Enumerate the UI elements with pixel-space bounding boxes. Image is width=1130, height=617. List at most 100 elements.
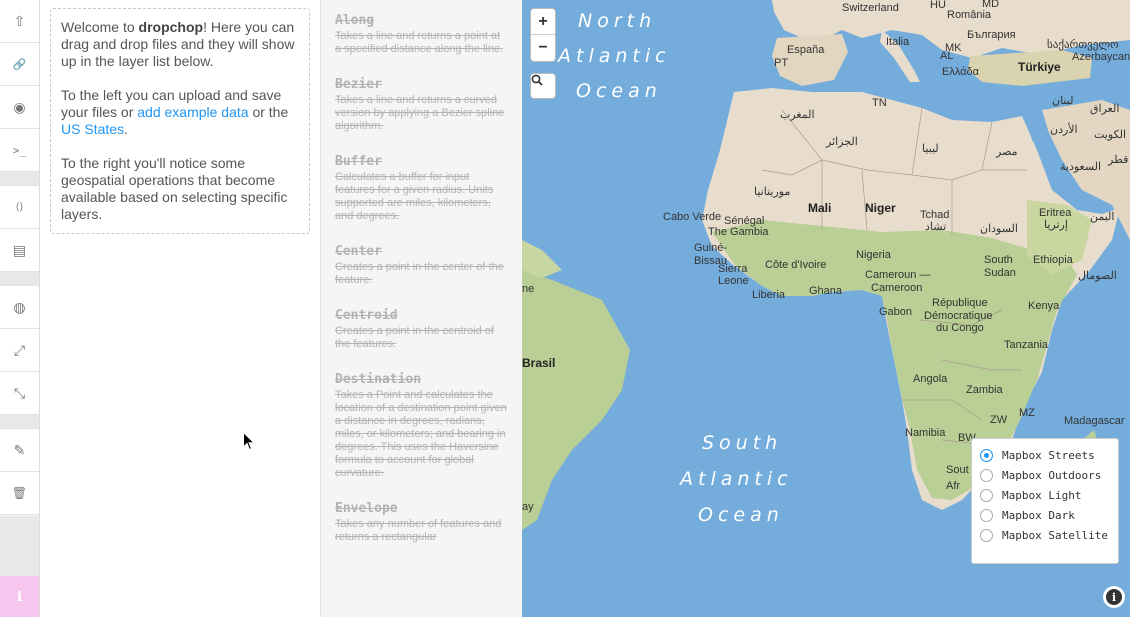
country-label: Sierra <box>718 263 748 275</box>
toolbar-divider <box>0 172 39 186</box>
country-label: Niger <box>865 201 896 215</box>
operation-title: Bezier <box>335 77 382 92</box>
country-label: Liberia <box>752 289 786 301</box>
country-label: Côte d'Ivoire <box>765 259 826 271</box>
operation-description: Takes a line and returns a curved versio… <box>335 94 505 132</box>
country-label: España <box>787 44 825 56</box>
country-label: HU <box>930 0 946 11</box>
file-button[interactable]: ▤ <box>0 229 39 272</box>
terminal-icon: >_ <box>12 143 27 157</box>
ocean-label: Atlantic <box>678 468 793 490</box>
operation-title: Center <box>335 244 382 259</box>
radio-button[interactable] <box>980 448 993 462</box>
country-label: Tchad <box>920 209 949 221</box>
country-label: MZ <box>1019 407 1035 419</box>
country-label: Démocratique <box>924 310 992 322</box>
ocean-label: South <box>702 432 782 454</box>
country-label: اليمن <box>1090 211 1114 223</box>
radio-button[interactable] <box>980 488 993 502</box>
country-label: السعودية <box>1060 161 1101 173</box>
operation-title: Buffer <box>335 154 382 169</box>
github-icon: ◉ <box>13 98 26 115</box>
country-label: العراق <box>1090 103 1119 115</box>
upload-icon: ⇧ <box>13 12 26 29</box>
map-search-button[interactable] <box>530 73 556 99</box>
country-label: Mali <box>808 201 831 215</box>
country-label: Madagascar <box>1064 415 1125 427</box>
radio-button[interactable] <box>980 508 993 522</box>
toolbar-spacer <box>0 516 39 576</box>
search-icon <box>531 74 543 86</box>
country-label: Cabo Verde <box>663 211 721 223</box>
country-label: Türkiye <box>1018 60 1061 74</box>
operation-description: Creates a point in the center of the fea… <box>335 261 504 286</box>
basemap-option-light[interactable]: Mapbox Light <box>980 485 1110 505</box>
operation-centroid[interactable]: Centroid Creates a point in the centroid… <box>335 307 508 351</box>
country-label: République <box>932 297 988 309</box>
operation-title: Centroid <box>335 308 398 323</box>
us-states-link[interactable]: US States <box>61 121 124 137</box>
github-button[interactable]: ◉ <box>0 86 39 129</box>
country-label: Cameroon <box>871 282 922 294</box>
basemap-option-streets[interactable]: Mapbox Streets <box>980 445 1110 465</box>
country-label: Sout <box>946 464 969 476</box>
expand-button[interactable]: ⤢ <box>0 329 39 372</box>
country-label: المغرب <box>780 109 815 121</box>
basemap-option-satellite[interactable]: Mapbox Satellite <box>980 525 1110 545</box>
welcome-dropzone[interactable]: Welcome to dropchop! Here you can drag a… <box>50 8 310 234</box>
globe-icon: ◍ <box>13 298 26 315</box>
country-label: du Congo <box>936 322 984 334</box>
delete-button[interactable]: 🗑 <box>0 472 39 515</box>
upload-button[interactable]: ⇧ <box>0 0 39 43</box>
map-view[interactable]: North Atlantic Ocean South Atlantic Ocea… <box>522 0 1130 617</box>
operation-center[interactable]: Center Creates a point in the center of … <box>335 243 508 287</box>
radio-button[interactable] <box>980 528 993 542</box>
country-label: Azerbaycan <box>1072 51 1130 63</box>
welcome-upload-hint: To the left you can upload and save your… <box>61 87 289 137</box>
country-label: الأردن <box>1050 122 1078 136</box>
country-label: Sudan <box>984 267 1016 279</box>
basemap-option-dark[interactable]: Mapbox Dark <box>980 505 1110 525</box>
operation-envelope[interactable]: Envelope Takes any number of features an… <box>335 500 508 544</box>
collapse-button[interactable]: ⤡ <box>0 372 39 415</box>
ocean-label: Ocean <box>698 504 784 526</box>
link-button[interactable]: 🔗 <box>0 43 39 86</box>
country-label: ne <box>522 283 534 295</box>
info-icon: i <box>1106 589 1122 605</box>
code-file-button[interactable]: ⟨⟩ <box>0 186 39 229</box>
operation-description: Calculates a buffer for input features f… <box>335 171 494 222</box>
country-label: Italia <box>886 36 910 48</box>
country-label: TN <box>872 97 887 109</box>
country-label: Cameroun — <box>865 269 930 281</box>
country-label: Zambia <box>966 384 1004 396</box>
edit-button[interactable]: ✎ <box>0 429 39 472</box>
operation-title: Along <box>335 13 375 28</box>
basemap-option-outdoors[interactable]: Mapbox Outdoors <box>980 465 1110 485</box>
operation-destination[interactable]: Destination Takes a Point and calculates… <box>335 371 508 480</box>
radio-button[interactable] <box>980 468 993 482</box>
add-example-data-link[interactable]: add example data <box>137 104 248 120</box>
terminal-button[interactable]: >_ <box>0 129 39 172</box>
operation-buffer[interactable]: Buffer Calculates a buffer for input fea… <box>335 153 508 223</box>
south-america-landmass <box>522 270 630 530</box>
map-attribution-button[interactable]: i <box>1103 586 1125 608</box>
zoom-out-button[interactable]: − <box>531 35 555 61</box>
zoom-in-button[interactable]: + <box>531 9 555 35</box>
info-button[interactable]: i <box>0 576 39 617</box>
country-label: The Gambia <box>708 226 769 238</box>
country-label: السودان <box>980 223 1018 235</box>
welcome-intro: Welcome to dropchop! Here you can drag a… <box>61 19 295 69</box>
country-label: Angola <box>913 373 948 385</box>
country-label: ZW <box>990 414 1008 426</box>
country-label: موريتانيا <box>754 186 790 198</box>
globe-button[interactable]: ◍ <box>0 286 39 329</box>
trash-icon: 🗑 <box>11 486 28 500</box>
operation-bezier[interactable]: Bezier Takes a line and returns a curved… <box>335 76 508 133</box>
operation-along[interactable]: Along Takes a line and returns a point a… <box>335 12 508 56</box>
country-label: Leone <box>718 275 749 287</box>
mouse-cursor-icon <box>243 432 255 451</box>
country-label: PT <box>774 57 788 69</box>
country-label: Afr <box>946 480 960 492</box>
toolbar-divider <box>0 272 39 286</box>
collapse-icon: ⤡ <box>13 384 26 401</box>
